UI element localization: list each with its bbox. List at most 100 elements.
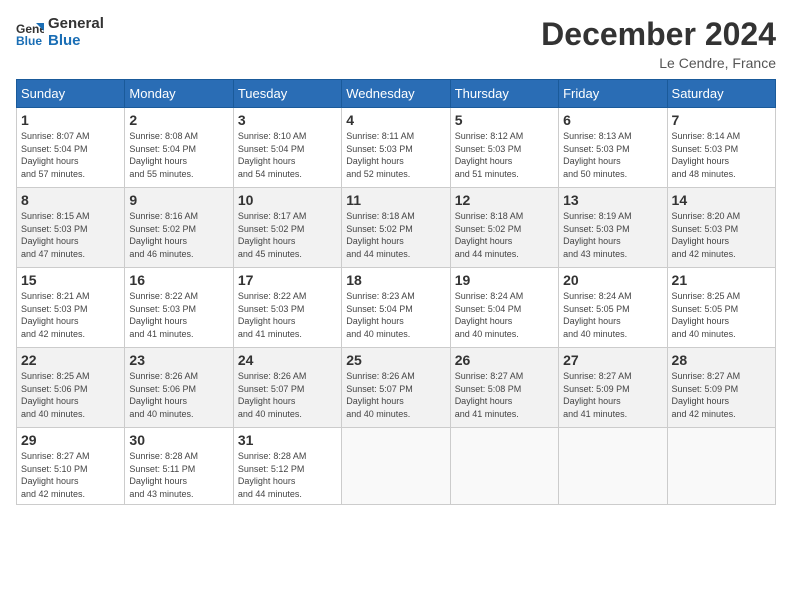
header-day-tuesday: Tuesday: [233, 80, 341, 108]
calendar-cell: 5 Sunrise: 8:12 AMSunset: 5:03 PMDayligh…: [450, 108, 558, 188]
calendar-cell: 1 Sunrise: 8:07 AMSunset: 5:04 PMDayligh…: [17, 108, 125, 188]
day-number: 3: [238, 112, 337, 128]
day-info: Sunrise: 8:26 AMSunset: 5:07 PMDaylight …: [238, 371, 307, 419]
calendar-cell: 20 Sunrise: 8:24 AMSunset: 5:05 PMDaylig…: [559, 268, 667, 348]
calendar-cell: 28 Sunrise: 8:27 AMSunset: 5:09 PMDaylig…: [667, 348, 775, 428]
header-day-thursday: Thursday: [450, 80, 558, 108]
calendar-cell: 25 Sunrise: 8:26 AMSunset: 5:07 PMDaylig…: [342, 348, 450, 428]
header-day-friday: Friday: [559, 80, 667, 108]
day-number: 15: [21, 272, 120, 288]
day-info: Sunrise: 8:18 AMSunset: 5:02 PMDaylight …: [346, 211, 415, 259]
day-info: Sunrise: 8:16 AMSunset: 5:02 PMDaylight …: [129, 211, 198, 259]
calendar-cell: 14 Sunrise: 8:20 AMSunset: 5:03 PMDaylig…: [667, 188, 775, 268]
day-info: Sunrise: 8:19 AMSunset: 5:03 PMDaylight …: [563, 211, 632, 259]
calendar-week-4: 22 Sunrise: 8:25 AMSunset: 5:06 PMDaylig…: [17, 348, 776, 428]
calendar-cell: 18 Sunrise: 8:23 AMSunset: 5:04 PMDaylig…: [342, 268, 450, 348]
calendar-cell: 24 Sunrise: 8:26 AMSunset: 5:07 PMDaylig…: [233, 348, 341, 428]
day-info: Sunrise: 8:26 AMSunset: 5:06 PMDaylight …: [129, 371, 198, 419]
day-info: Sunrise: 8:28 AMSunset: 5:11 PMDaylight …: [129, 451, 198, 499]
day-number: 14: [672, 192, 771, 208]
calendar-cell: 11 Sunrise: 8:18 AMSunset: 5:02 PMDaylig…: [342, 188, 450, 268]
calendar-cell: 6 Sunrise: 8:13 AMSunset: 5:03 PMDayligh…: [559, 108, 667, 188]
day-number: 9: [129, 192, 228, 208]
day-number: 18: [346, 272, 445, 288]
day-info: Sunrise: 8:26 AMSunset: 5:07 PMDaylight …: [346, 371, 415, 419]
calendar-cell: 8 Sunrise: 8:15 AMSunset: 5:03 PMDayligh…: [17, 188, 125, 268]
day-info: Sunrise: 8:24 AMSunset: 5:04 PMDaylight …: [455, 291, 524, 339]
day-number: 8: [21, 192, 120, 208]
calendar-cell: 7 Sunrise: 8:14 AMSunset: 5:03 PMDayligh…: [667, 108, 775, 188]
day-info: Sunrise: 8:22 AMSunset: 5:03 PMDaylight …: [129, 291, 198, 339]
day-number: 5: [455, 112, 554, 128]
day-info: Sunrise: 8:28 AMSunset: 5:12 PMDaylight …: [238, 451, 307, 499]
calendar-week-5: 29 Sunrise: 8:27 AMSunset: 5:10 PMDaylig…: [17, 428, 776, 505]
day-info: Sunrise: 8:14 AMSunset: 5:03 PMDaylight …: [672, 131, 741, 179]
day-number: 22: [21, 352, 120, 368]
calendar-cell: 27 Sunrise: 8:27 AMSunset: 5:09 PMDaylig…: [559, 348, 667, 428]
day-info: Sunrise: 8:12 AMSunset: 5:03 PMDaylight …: [455, 131, 524, 179]
calendar-cell: 3 Sunrise: 8:10 AMSunset: 5:04 PMDayligh…: [233, 108, 341, 188]
day-number: 31: [238, 432, 337, 448]
day-number: 23: [129, 352, 228, 368]
svg-text:Blue: Blue: [16, 34, 42, 47]
header-day-wednesday: Wednesday: [342, 80, 450, 108]
day-info: Sunrise: 8:23 AMSunset: 5:04 PMDaylight …: [346, 291, 415, 339]
day-info: Sunrise: 8:27 AMSunset: 5:10 PMDaylight …: [21, 451, 90, 499]
calendar-cell: 30 Sunrise: 8:28 AMSunset: 5:11 PMDaylig…: [125, 428, 233, 505]
day-info: Sunrise: 8:18 AMSunset: 5:02 PMDaylight …: [455, 211, 524, 259]
calendar-cell: 13 Sunrise: 8:19 AMSunset: 5:03 PMDaylig…: [559, 188, 667, 268]
day-info: Sunrise: 8:07 AMSunset: 5:04 PMDaylight …: [21, 131, 90, 179]
calendar-cell: 4 Sunrise: 8:11 AMSunset: 5:03 PMDayligh…: [342, 108, 450, 188]
day-number: 2: [129, 112, 228, 128]
day-info: Sunrise: 8:25 AMSunset: 5:06 PMDaylight …: [21, 371, 90, 419]
day-info: Sunrise: 8:08 AMSunset: 5:04 PMDaylight …: [129, 131, 198, 179]
calendar-cell: 15 Sunrise: 8:21 AMSunset: 5:03 PMDaylig…: [17, 268, 125, 348]
day-number: 28: [672, 352, 771, 368]
calendar-cell: 17 Sunrise: 8:22 AMSunset: 5:03 PMDaylig…: [233, 268, 341, 348]
day-number: 13: [563, 192, 662, 208]
day-number: 12: [455, 192, 554, 208]
calendar-table: SundayMondayTuesdayWednesdayThursdayFrid…: [16, 79, 776, 505]
calendar-cell: [559, 428, 667, 505]
calendar-cell: 29 Sunrise: 8:27 AMSunset: 5:10 PMDaylig…: [17, 428, 125, 505]
day-number: 26: [455, 352, 554, 368]
calendar-cell: 23 Sunrise: 8:26 AMSunset: 5:06 PMDaylig…: [125, 348, 233, 428]
day-number: 11: [346, 192, 445, 208]
day-number: 27: [563, 352, 662, 368]
day-info: Sunrise: 8:21 AMSunset: 5:03 PMDaylight …: [21, 291, 90, 339]
calendar-cell: 22 Sunrise: 8:25 AMSunset: 5:06 PMDaylig…: [17, 348, 125, 428]
calendar-week-2: 8 Sunrise: 8:15 AMSunset: 5:03 PMDayligh…: [17, 188, 776, 268]
day-number: 30: [129, 432, 228, 448]
day-info: Sunrise: 8:13 AMSunset: 5:03 PMDaylight …: [563, 131, 632, 179]
calendar-cell: [450, 428, 558, 505]
header-day-saturday: Saturday: [667, 80, 775, 108]
day-number: 10: [238, 192, 337, 208]
day-number: 24: [238, 352, 337, 368]
day-info: Sunrise: 8:25 AMSunset: 5:05 PMDaylight …: [672, 291, 741, 339]
day-number: 17: [238, 272, 337, 288]
calendar-week-3: 15 Sunrise: 8:21 AMSunset: 5:03 PMDaylig…: [17, 268, 776, 348]
day-number: 29: [21, 432, 120, 448]
calendar-cell: 10 Sunrise: 8:17 AMSunset: 5:02 PMDaylig…: [233, 188, 341, 268]
logo-general: General: [48, 16, 104, 33]
day-info: Sunrise: 8:27 AMSunset: 5:09 PMDaylight …: [563, 371, 632, 419]
location-title: Le Cendre, France: [541, 55, 776, 71]
calendar-cell: 19 Sunrise: 8:24 AMSunset: 5:04 PMDaylig…: [450, 268, 558, 348]
day-number: 1: [21, 112, 120, 128]
calendar-cell: [342, 428, 450, 505]
calendar-cell: 12 Sunrise: 8:18 AMSunset: 5:02 PMDaylig…: [450, 188, 558, 268]
day-info: Sunrise: 8:27 AMSunset: 5:09 PMDaylight …: [672, 371, 741, 419]
day-number: 4: [346, 112, 445, 128]
day-number: 19: [455, 272, 554, 288]
day-info: Sunrise: 8:11 AMSunset: 5:03 PMDaylight …: [346, 131, 414, 179]
header: General Blue General Blue December 2024 …: [16, 16, 776, 71]
logo: General Blue General Blue: [16, 16, 104, 49]
calendar-cell: 21 Sunrise: 8:25 AMSunset: 5:05 PMDaylig…: [667, 268, 775, 348]
month-title: December 2024: [541, 16, 776, 53]
header-day-sunday: Sunday: [17, 80, 125, 108]
day-number: 16: [129, 272, 228, 288]
day-info: Sunrise: 8:24 AMSunset: 5:05 PMDaylight …: [563, 291, 632, 339]
day-info: Sunrise: 8:27 AMSunset: 5:08 PMDaylight …: [455, 371, 524, 419]
calendar-cell: 9 Sunrise: 8:16 AMSunset: 5:02 PMDayligh…: [125, 188, 233, 268]
calendar-cell: [667, 428, 775, 505]
